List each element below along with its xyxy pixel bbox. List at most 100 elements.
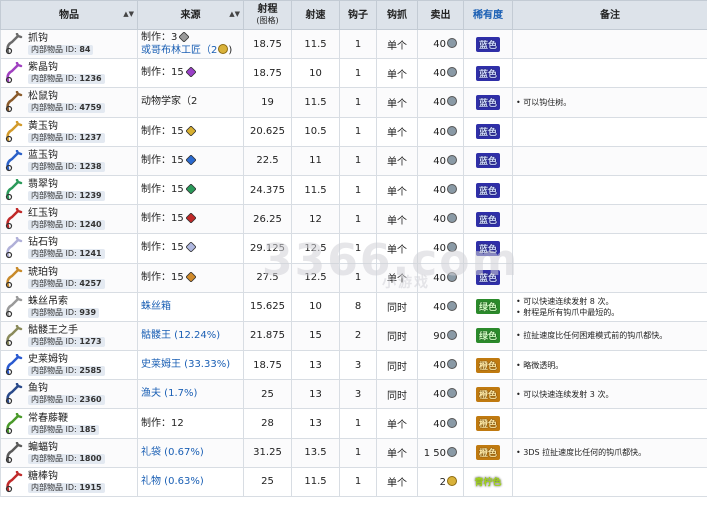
- item-name[interactable]: 骷髅王之手: [28, 325, 105, 336]
- item-id-badge: 内部物品 ID: 1240: [28, 220, 105, 231]
- rarity-badge[interactable]: 蓝色: [475, 270, 500, 286]
- item-id: 1915: [79, 482, 102, 492]
- item-name[interactable]: 蛛丝吊索: [28, 296, 99, 307]
- table-row: 琥珀钩 内部物品 ID: 4257 制作：15 27.5 12.5 1 单个 4…: [0, 262, 707, 293]
- rarity-badge[interactable]: 绿色: [475, 299, 500, 315]
- rarity-badge[interactable]: 蓝色: [475, 65, 500, 81]
- hook-icon: [5, 470, 23, 493]
- rarity-badge[interactable]: 橙色: [475, 386, 500, 402]
- latching-cell: 单个: [376, 58, 418, 89]
- note-text: 略微透明。: [516, 360, 704, 371]
- item-id-badge: 内部物品 ID: 84: [28, 45, 94, 56]
- header-latching[interactable]: 钩抓: [376, 0, 418, 30]
- rarity-badge[interactable]: 蓝色: [475, 211, 500, 227]
- rarity-badge[interactable]: 蓝色: [475, 36, 500, 52]
- rarity-badge[interactable]: 橙色: [475, 357, 500, 373]
- source-text[interactable]: 史莱姆王 (33.33%): [141, 359, 230, 370]
- item-name[interactable]: 黄玉钩: [28, 121, 105, 132]
- rarity-cell: 青柠色: [463, 466, 513, 498]
- rarity-badge[interactable]: 蓝色: [475, 124, 500, 140]
- header-rarity[interactable]: 稀有度: [463, 0, 513, 30]
- item-id-label: 内部物品 ID:: [31, 45, 77, 55]
- source-text[interactable]: 礼物 (0.63%): [141, 476, 204, 487]
- header-hooks[interactable]: 钩子: [339, 0, 377, 30]
- item-name[interactable]: 史莱姆钩: [28, 354, 105, 365]
- item-id-badge: 内部物品 ID: 1915: [28, 482, 105, 493]
- source-cell: 制作：15: [137, 174, 244, 206]
- sell-cell: 40: [417, 58, 464, 89]
- item-id: 1236: [79, 74, 102, 84]
- rarity-badge[interactable]: 橙色: [475, 416, 500, 432]
- item-name[interactable]: 蝙蝠钩: [28, 442, 105, 453]
- table-row: 黄玉钩 内部物品 ID: 1237 制作：15 20.625 10.5 1 单个…: [0, 116, 707, 147]
- item-id-label: 内部物品 ID:: [31, 453, 77, 463]
- hook-icon: [5, 208, 23, 230]
- item-id-badge: 内部物品 ID: 939: [28, 307, 100, 318]
- source-text: 制作：15: [141, 213, 184, 225]
- source-text[interactable]: 礼袋 (0.67%): [141, 447, 204, 458]
- source-cell: 渔夫 (1.7%): [137, 379, 244, 410]
- notes-cell: 3DS 拉扯速度比任何的钩爪都快。: [512, 437, 707, 468]
- rarity-badge[interactable]: 蓝色: [475, 240, 500, 256]
- latching-cell: 单个: [376, 437, 418, 468]
- hook-icon: [5, 33, 23, 55]
- rarity-cell: 绿色: [463, 291, 513, 322]
- rarity-badge[interactable]: 蓝色: [475, 94, 500, 110]
- source-text[interactable]: 骷髅王 (12.24%): [141, 330, 220, 341]
- item-name[interactable]: 红玉钩: [28, 208, 105, 219]
- source-text[interactable]: 蛛丝箱: [141, 301, 171, 312]
- item-name[interactable]: 糖棒钩: [28, 471, 105, 482]
- sort-icon[interactable]: ▲▼: [123, 9, 134, 20]
- header-range[interactable]: 射程 (图格): [243, 0, 292, 30]
- source-alt-link[interactable]: 或哥布林工匠（2: [141, 45, 217, 56]
- header-item-label: 物品: [59, 9, 79, 21]
- coin-icon: [447, 271, 457, 282]
- gem-icon: [185, 242, 196, 253]
- item-name[interactable]: 钻石钩: [28, 237, 105, 248]
- hook-icon: [5, 383, 23, 405]
- rarity-badge[interactable]: 青柠色: [471, 474, 504, 489]
- sort-icon[interactable]: ▲▼: [229, 9, 240, 20]
- header-sell[interactable]: 卖出: [417, 0, 464, 30]
- range-cell: 18.75: [243, 28, 292, 60]
- source-text[interactable]: 渔夫 (1.7%): [141, 388, 197, 399]
- velocity-cell: 12.5: [291, 262, 340, 293]
- item-name[interactable]: 紫晶钩: [28, 62, 105, 73]
- source-cell: 制作：12: [137, 408, 244, 439]
- item-id-badge: 内部物品 ID: 1800: [28, 453, 105, 464]
- table-row: 红玉钩 内部物品 ID: 1240 制作：15 26.25 12 1 单个 40…: [0, 204, 707, 235]
- item-name[interactable]: 抓钩: [28, 33, 93, 44]
- hook-icon: [5, 91, 23, 113]
- latching-cell: 同时: [376, 379, 418, 410]
- item-name[interactable]: 松鼠钩: [28, 91, 105, 102]
- table-row: 蝙蝠钩 内部物品 ID: 1800 礼袋 (0.67%) 31.25 13.5 …: [0, 437, 707, 468]
- notes-cell: [512, 58, 707, 89]
- coin-icon: [447, 154, 457, 165]
- table-row: 紫晶钩 内部物品 ID: 1236 制作：15 18.75 10 1 单个 40…: [0, 58, 707, 89]
- item-cell: 蛛丝吊索 内部物品 ID: 939: [0, 291, 138, 322]
- sell-cell: 40: [417, 174, 464, 206]
- item-name[interactable]: 翡翠钩: [28, 179, 105, 190]
- item-name[interactable]: 常春藤鞭: [28, 413, 99, 424]
- rarity-badge[interactable]: 蓝色: [475, 182, 500, 198]
- sell-cell: 40: [417, 87, 464, 118]
- item-name[interactable]: 鱼钩: [28, 383, 105, 394]
- header-source[interactable]: 来源 ▲▼: [137, 0, 244, 30]
- item-name[interactable]: 琥珀钩: [28, 267, 105, 278]
- range-cell: 20.625: [243, 116, 292, 147]
- rarity-cell: 绿色: [463, 320, 513, 352]
- header-item[interactable]: 物品 ▲▼: [0, 0, 138, 30]
- rarity-badge[interactable]: 橙色: [475, 445, 500, 461]
- hooks-cell: 1: [339, 204, 377, 235]
- rarity-badge[interactable]: 蓝色: [475, 153, 500, 169]
- header-hooks-label: 钩子: [348, 9, 368, 21]
- sell-value: 40: [433, 39, 446, 51]
- item-name[interactable]: 蓝玉钩: [28, 150, 105, 161]
- sell-cell: 1 50: [417, 437, 464, 468]
- latching-cell: 单个: [376, 28, 418, 60]
- source-text: 制作：15: [141, 184, 184, 196]
- header-velocity[interactable]: 射速: [291, 0, 340, 30]
- rarity-badge[interactable]: 绿色: [475, 328, 500, 344]
- item-cell: 松鼠钩 内部物品 ID: 4759: [0, 87, 138, 118]
- source-cell: 制作：15: [137, 145, 244, 176]
